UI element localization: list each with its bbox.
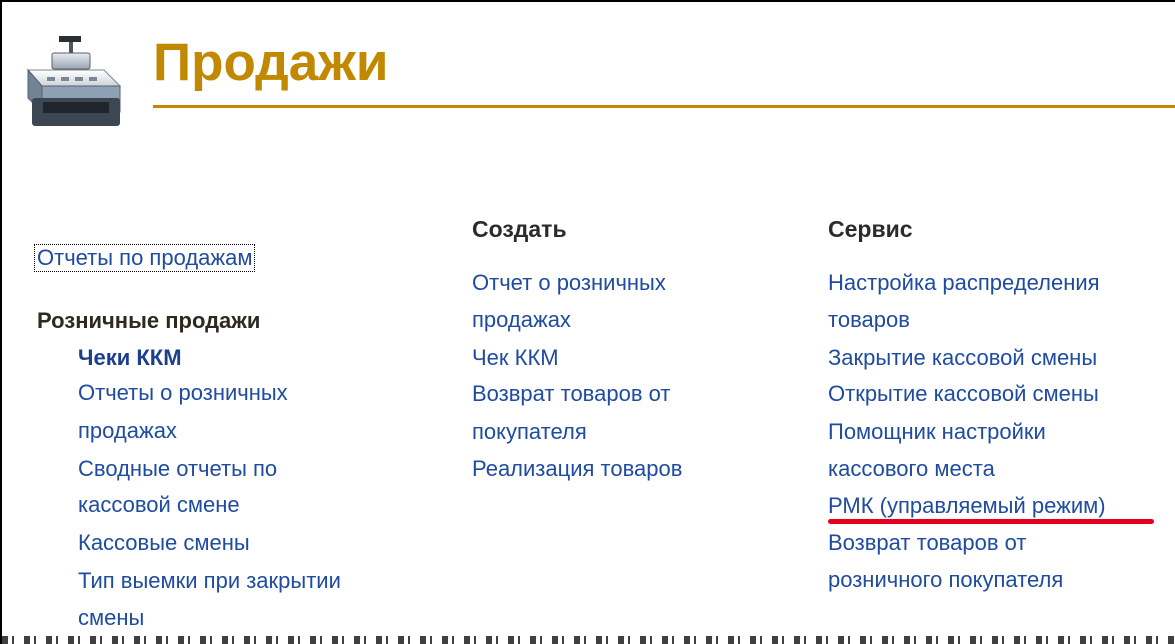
retail-report-link-line2[interactable]: продажах xyxy=(78,420,177,442)
create-return-link-line2[interactable]: покупателя xyxy=(472,421,587,443)
cash-shifts-link[interactable]: Кассовые смены xyxy=(78,532,250,554)
create-kkm-receipt-link[interactable]: Чек ККМ xyxy=(472,347,559,369)
rmk-managed-mode-link[interactable]: РМК (управляемый режим) xyxy=(828,495,1106,517)
shift-summary-link-line2[interactable]: кассовой смене xyxy=(78,494,240,516)
service-section-title: Сервис xyxy=(828,216,913,242)
retail-report-link-line1[interactable]: Отчеты о розничных xyxy=(78,382,288,404)
retail-customer-return-link-line1[interactable]: Возврат товаров от xyxy=(828,532,1026,554)
highlight-underline xyxy=(828,519,1154,524)
retail-customer-return-link-line2[interactable]: розничного покупателя xyxy=(828,569,1063,591)
shift-summary-link-line1[interactable]: Сводные отчеты по xyxy=(78,458,277,480)
sales-reports-link[interactable]: Отчеты по продажам xyxy=(33,244,256,272)
retail-sales-title: Розничные продажи xyxy=(37,308,261,333)
title-divider xyxy=(153,105,1175,108)
withdrawal-type-link-line2[interactable]: смены xyxy=(78,607,144,629)
kkm-receipts-link[interactable]: Чеки ККМ xyxy=(78,347,182,369)
page-title: Продажи xyxy=(153,33,389,92)
create-return-link-line1[interactable]: Возврат товаров от xyxy=(472,383,670,405)
create-retail-report-link-line2[interactable]: продажах xyxy=(472,309,571,331)
cashier-setup-assistant-link-line1[interactable]: Помощник настройки xyxy=(828,421,1046,443)
bottom-cropped-text-strip xyxy=(2,636,1175,644)
open-cash-shift-link[interactable]: Открытие кассовой смены xyxy=(828,383,1099,405)
cashier-setup-assistant-link-line2[interactable]: кассового места xyxy=(828,458,995,480)
create-goods-sale-link[interactable]: Реализация товаров xyxy=(472,458,682,480)
create-retail-report-link-line1[interactable]: Отчет о розничных xyxy=(472,272,666,294)
cash-register-icon xyxy=(26,36,122,126)
goods-distribution-settings-link-line1[interactable]: Настройка распределения xyxy=(828,272,1100,294)
sales-panel: Продажи Отчеты по продажам Розничные про… xyxy=(0,0,1175,644)
goods-distribution-settings-link-line2[interactable]: товаров xyxy=(828,309,910,331)
create-section-title: Создать xyxy=(472,216,567,242)
withdrawal-type-link-line1[interactable]: Тип выемки при закрытии xyxy=(78,570,341,592)
close-cash-shift-link[interactable]: Закрытие кассовой смены xyxy=(828,347,1097,369)
